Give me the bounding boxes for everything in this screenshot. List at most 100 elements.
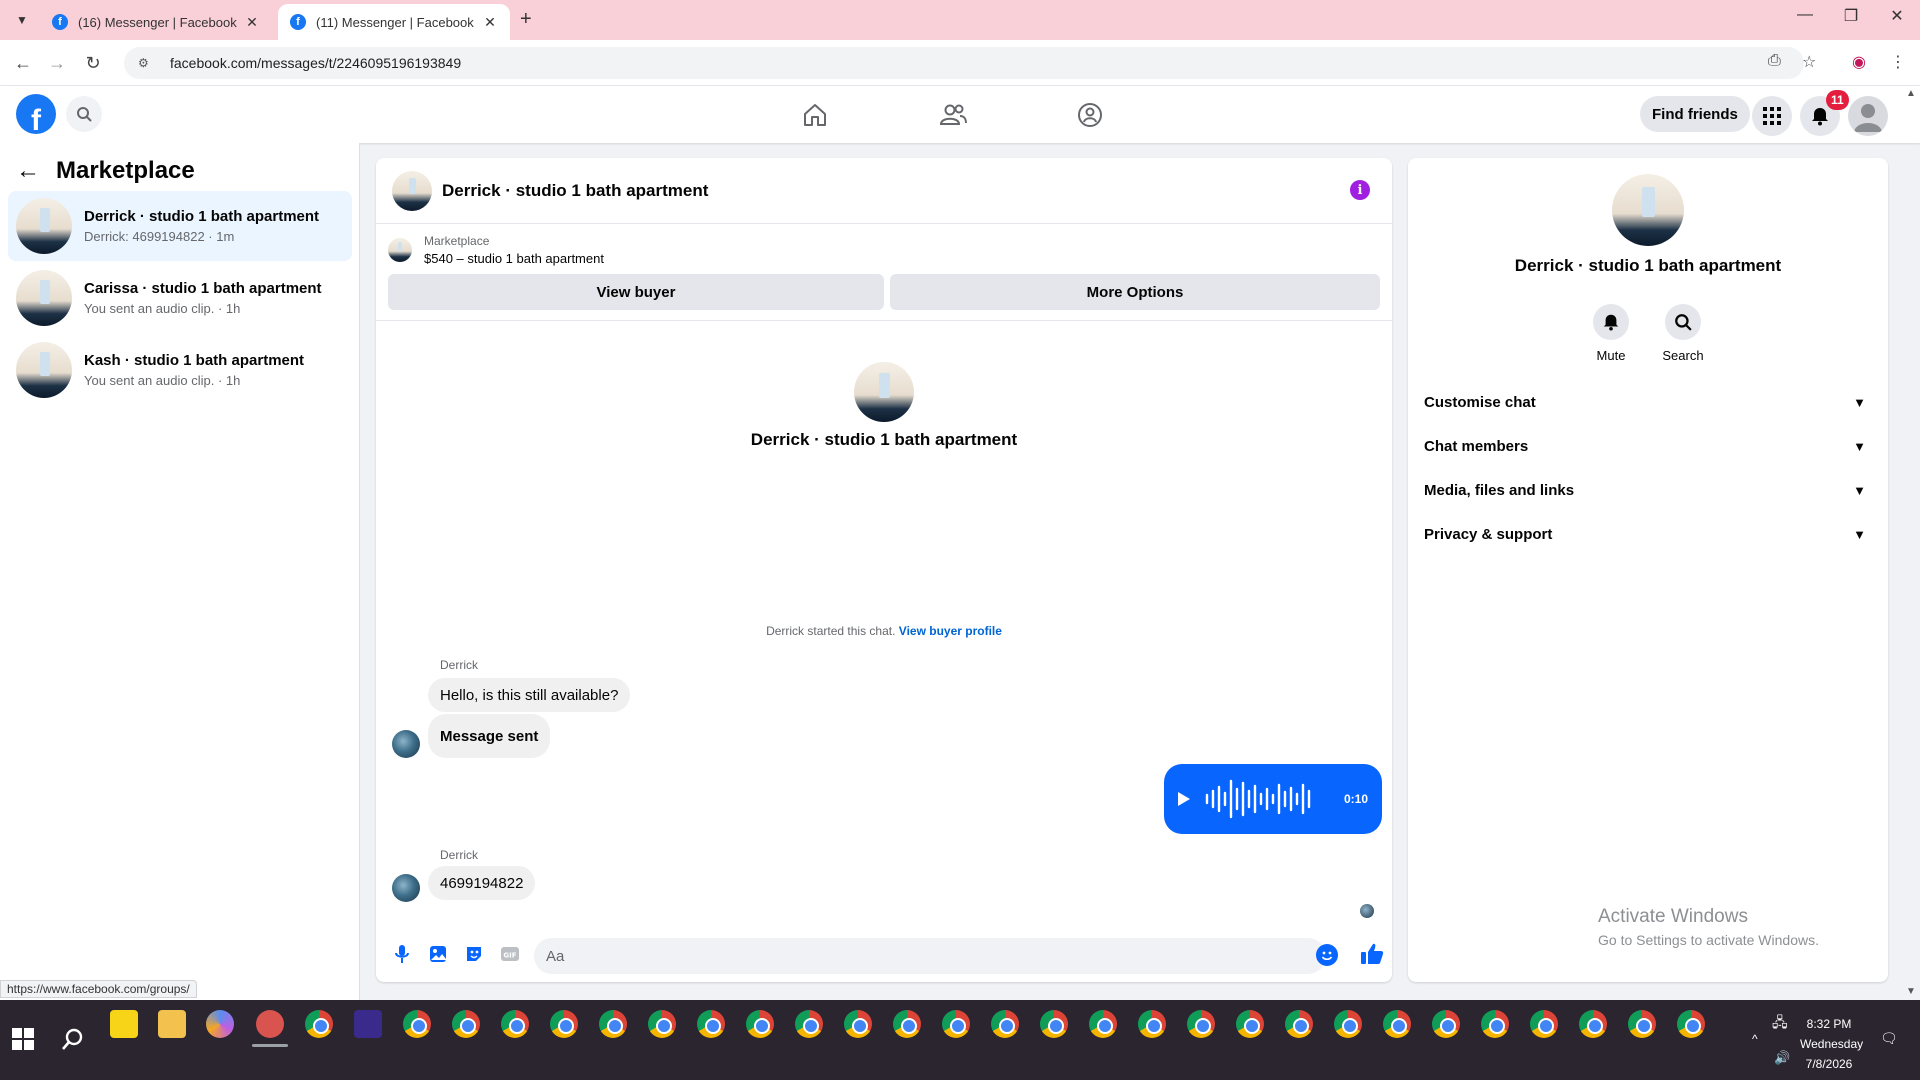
windows-start-icon[interactable] bbox=[12, 1028, 34, 1050]
close-tab-icon[interactable]: ✕ bbox=[244, 14, 260, 31]
volume-icon[interactable]: 🔊 bbox=[1774, 1050, 1790, 1066]
restore-icon[interactable]: ❐ bbox=[1828, 6, 1874, 26]
chrome-profile-icon[interactable] bbox=[1236, 1010, 1264, 1038]
friends-icon[interactable] bbox=[936, 98, 970, 132]
chrome-profile-icon[interactable] bbox=[1530, 1010, 1558, 1038]
profile-avatar[interactable] bbox=[1612, 174, 1684, 246]
sticker-icon[interactable] bbox=[460, 940, 488, 968]
forward-icon[interactable]: → bbox=[44, 50, 70, 76]
chrome-profile-icon[interactable] bbox=[1579, 1010, 1607, 1038]
listing-summary[interactable]: Marketplace $540 – studio 1 bath apartme… bbox=[388, 234, 604, 266]
account-avatar[interactable] bbox=[1848, 96, 1888, 136]
chrome-profile-icon[interactable] bbox=[746, 1010, 774, 1038]
message-bubble[interactable]: 4699194822 bbox=[428, 866, 536, 900]
sender-avatar[interactable] bbox=[392, 874, 420, 902]
close-tab-icon[interactable]: ✕ bbox=[482, 14, 498, 31]
chrome-profile-icon[interactable] bbox=[452, 1010, 480, 1038]
chrome-profile-icon[interactable] bbox=[1383, 1010, 1411, 1038]
search-in-conversation-button[interactable]: Search bbox=[1653, 304, 1713, 363]
chrome-profile-icon[interactable] bbox=[403, 1010, 431, 1038]
message-bubble[interactable]: Hello, is this still available? bbox=[428, 678, 631, 712]
profile-icon[interactable]: ◉ bbox=[1852, 52, 1866, 72]
home-icon[interactable] bbox=[798, 98, 832, 132]
new-tab-icon[interactable]: + bbox=[520, 8, 532, 31]
gif-icon[interactable]: GIF bbox=[496, 940, 524, 968]
groups-icon[interactable] bbox=[1073, 98, 1107, 132]
bookmark-star-icon[interactable]: ☆ bbox=[1802, 52, 1816, 72]
chrome-profile-icon[interactable] bbox=[991, 1010, 1019, 1038]
message-bubble[interactable]: Message sent bbox=[428, 714, 551, 758]
play-icon[interactable] bbox=[1178, 792, 1190, 806]
chrome-profile-icon[interactable] bbox=[844, 1010, 872, 1038]
chrome-profile-icon[interactable] bbox=[893, 1010, 921, 1038]
microphone-icon[interactable] bbox=[388, 940, 416, 968]
chrome-profile-icon[interactable] bbox=[1334, 1010, 1362, 1038]
chrome-profile-icon[interactable] bbox=[1187, 1010, 1215, 1038]
more-options-button[interactable]: More Options bbox=[890, 274, 1380, 310]
media-files-links-row[interactable]: Media, files and links ▼ bbox=[1424, 468, 1872, 512]
chrome-profile-icon[interactable] bbox=[795, 1010, 823, 1038]
chrome-profile-icon[interactable] bbox=[1138, 1010, 1166, 1038]
chrome-profile-icon[interactable] bbox=[550, 1010, 578, 1038]
emoji-icon[interactable] bbox=[1316, 944, 1338, 966]
back-arrow-icon[interactable]: ← bbox=[16, 157, 40, 185]
site-info-icon[interactable]: ⚙ bbox=[138, 56, 156, 70]
chrome-profile-icon[interactable] bbox=[1677, 1010, 1705, 1038]
chrome-profile-icon[interactable] bbox=[1040, 1010, 1068, 1038]
chrome-profile-icon[interactable] bbox=[697, 1010, 725, 1038]
view-buyer-profile-link[interactable]: View buyer profile bbox=[899, 624, 1002, 638]
chrome-profile-icon[interactable] bbox=[1089, 1010, 1117, 1038]
chrome-profile-icon[interactable] bbox=[942, 1010, 970, 1038]
url-bar[interactable]: ⚙ facebook.com/messages/t/22460951961938… bbox=[124, 47, 1804, 79]
menu-grid-icon[interactable] bbox=[1752, 96, 1792, 136]
chrome-profile-icon[interactable] bbox=[1481, 1010, 1509, 1038]
sticky-notes-icon[interactable] bbox=[110, 1010, 138, 1038]
paint-app-icon[interactable] bbox=[256, 1010, 284, 1038]
browser-menu-icon[interactable]: ⋮ bbox=[1890, 52, 1906, 72]
facebook-logo-icon[interactable]: f bbox=[16, 94, 56, 134]
search-icon[interactable] bbox=[66, 96, 102, 132]
chrome-profile-icon[interactable] bbox=[1432, 1010, 1460, 1038]
chrome-profile-icon[interactable] bbox=[648, 1010, 676, 1038]
install-app-icon[interactable]: ⎙ bbox=[1768, 52, 1781, 70]
sender-avatar[interactable] bbox=[392, 730, 420, 758]
file-explorer-icon[interactable] bbox=[158, 1010, 186, 1038]
chrome-profile-icon[interactable] bbox=[1285, 1010, 1313, 1038]
info-icon[interactable]: i bbox=[1350, 180, 1370, 200]
browser-tab-2[interactable]: f (11) Messenger | Facebook ✕ bbox=[278, 4, 510, 40]
close-window-icon[interactable]: ✕ bbox=[1874, 6, 1920, 26]
view-buyer-button[interactable]: View buyer bbox=[388, 274, 884, 310]
copilot-icon[interactable] bbox=[206, 1010, 234, 1038]
customise-chat-row[interactable]: Customise chat ▼ bbox=[1424, 380, 1872, 424]
thumbs-up-icon[interactable] bbox=[1358, 940, 1386, 968]
chrome-profile-icon[interactable] bbox=[501, 1010, 529, 1038]
scrollbar-down-arrow-icon[interactable]: ▼ bbox=[1906, 986, 1916, 997]
reload-icon[interactable]: ↻ bbox=[80, 50, 106, 76]
taskbar-search-icon[interactable] bbox=[60, 1026, 86, 1052]
show-hidden-icons-chevron-icon[interactable]: ^ bbox=[1752, 1032, 1758, 1046]
notifications-center-icon[interactable]: 🗨 bbox=[1880, 1030, 1898, 1047]
audio-message[interactable]: 0:10 bbox=[1164, 764, 1382, 834]
taskbar-clock[interactable]: 8:32 PM Wednesday 7/8/2026 bbox=[1800, 1014, 1863, 1074]
network-icon[interactable]: 🖧 bbox=[1772, 1012, 1788, 1036]
privacy-support-row[interactable]: Privacy & support ▼ bbox=[1424, 512, 1872, 556]
back-icon[interactable]: ← bbox=[10, 50, 36, 76]
chrome-profile-icon[interactable] bbox=[599, 1010, 627, 1038]
mute-button[interactable]: Mute bbox=[1581, 304, 1641, 363]
find-friends-button[interactable]: Find friends bbox=[1640, 96, 1750, 132]
minimize-icon[interactable]: — bbox=[1782, 6, 1828, 24]
chrome-icon[interactable] bbox=[305, 1010, 333, 1038]
conversation-item-kash[interactable]: Kash · studio 1 bath apartment You sent … bbox=[8, 335, 352, 405]
chrome-profile-icon[interactable] bbox=[1628, 1010, 1656, 1038]
chat-title[interactable]: Derrick · studio 1 bath apartment bbox=[442, 181, 708, 201]
conversation-item-carissa[interactable]: Carissa · studio 1 bath apartment You se… bbox=[8, 263, 352, 333]
tab-search-chevron-icon[interactable]: ▼ bbox=[10, 8, 34, 32]
browser-tab-1[interactable]: f (16) Messenger | Facebook ✕ bbox=[40, 4, 272, 40]
app-icon[interactable] bbox=[354, 1010, 382, 1038]
chat-avatar[interactable] bbox=[392, 170, 432, 211]
scrollbar-up-arrow-icon[interactable]: ▲ bbox=[1906, 88, 1916, 99]
photo-icon[interactable] bbox=[424, 940, 452, 968]
chat-members-row[interactable]: Chat members ▼ bbox=[1424, 424, 1872, 468]
conversation-item-derrick[interactable]: Derrick · studio 1 bath apartment Derric… bbox=[8, 191, 352, 261]
message-input[interactable] bbox=[534, 938, 1326, 974]
